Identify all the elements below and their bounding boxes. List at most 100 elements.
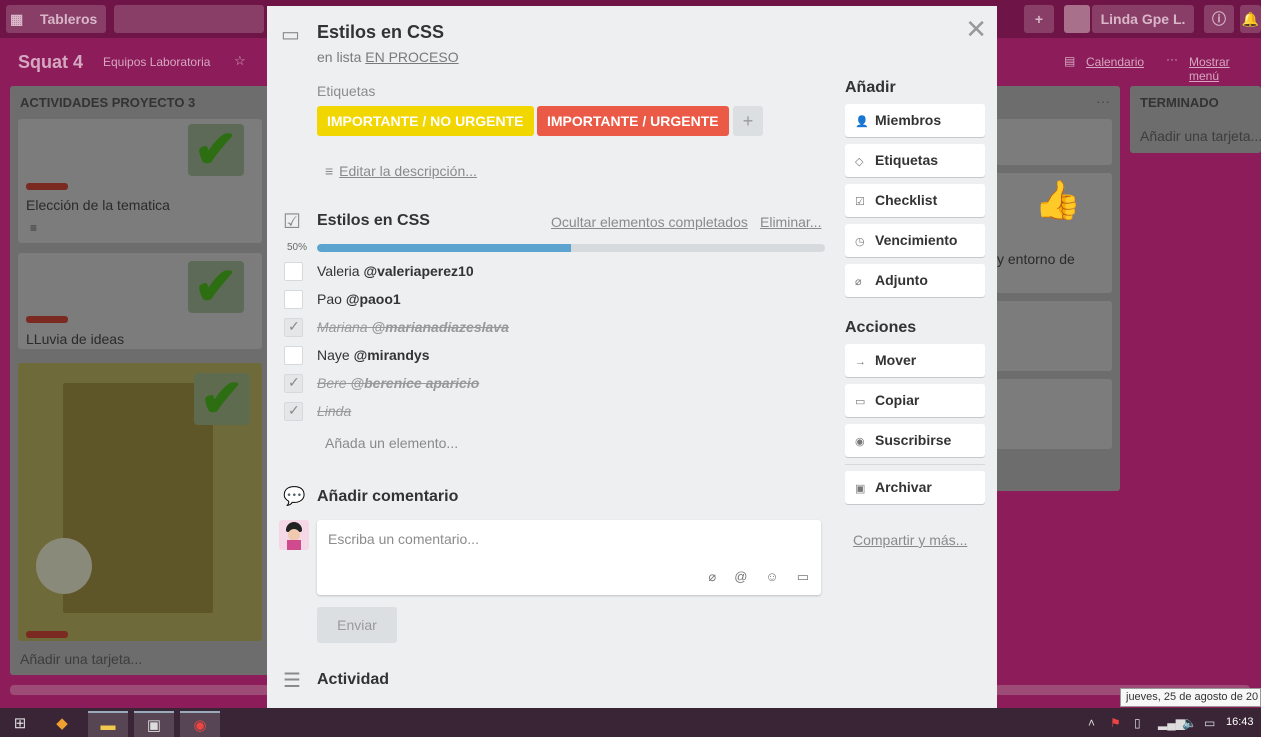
checklist-item-text[interactable]: Naye @mirandys [317, 347, 429, 363]
send-button[interactable]: Enviar [317, 607, 397, 643]
tray-warning-icon[interactable]: ⚑ [1110, 716, 1121, 730]
checkbox-checked[interactable] [284, 402, 303, 421]
list-menu-icon[interactable]: ··· [1096, 93, 1110, 109]
check-image: ✔ [194, 370, 250, 428]
checklist-button[interactable]: ☑ Checklist [845, 184, 985, 217]
smiley-icon [36, 538, 92, 594]
user-menu-button[interactable]: Linda Gpe L. [1092, 5, 1194, 33]
checklist-item-text[interactable]: Linda [317, 403, 351, 419]
comment-input[interactable]: Escriba un comentario... ⌀ @ ☺ ▭ [317, 520, 821, 595]
edit-description-text: Editar la descripción... [339, 163, 477, 179]
label-chip[interactable]: IMPORTANTE / NO URGENTE [317, 106, 534, 136]
hide-completed-link[interactable]: Ocultar elementos completados [551, 214, 748, 230]
attachment-icon[interactable]: ⌀ [708, 569, 716, 585]
battery-icon[interactable]: ▯ [1134, 716, 1141, 730]
add-card-link[interactable]: Añadir una tarjeta... [1140, 128, 1261, 144]
close-icon[interactable]: ✕ [965, 14, 987, 45]
members-button[interactable]: 👤 Miembros [845, 104, 985, 137]
list-link[interactable]: EN PROCESO [365, 49, 458, 65]
subscribe-button[interactable]: ◉ Suscribirse [845, 424, 985, 457]
user-avatar[interactable] [1064, 5, 1090, 33]
checkbox[interactable] [284, 290, 303, 309]
list-card[interactable] [980, 119, 1112, 165]
boards-grid-icon: ▦ [10, 11, 24, 27]
show-menu-link[interactable]: Mostrar menú [1189, 55, 1261, 83]
checklist-item-text[interactable]: Valeria @valeriaperez10 [317, 263, 474, 279]
checklist-item[interactable]: Pao @paoo1 [284, 289, 824, 311]
list-card[interactable]: ✔ Elección de la tematica ≡ [18, 119, 262, 243]
archive-icon: ▣ [855, 483, 866, 495]
list-card[interactable]: 👍 y entorno de [980, 173, 1112, 293]
checklist-item[interactable]: Mariana @marianadiazeslava [284, 317, 824, 339]
board-team[interactable]: Equipos Laboratoria [103, 55, 210, 69]
add-heading: Añadir [845, 79, 896, 96]
card-icon: ▭ [281, 24, 300, 46]
checklist-item[interactable]: Naye @mirandys [284, 345, 824, 367]
due-date-button[interactable]: ◷ Vencimiento [845, 224, 985, 257]
label-text: IMPORTANTE / URGENTE [547, 113, 719, 129]
add-button[interactable]: + [1024, 5, 1054, 33]
card-label [26, 183, 68, 190]
checklist-title[interactable]: Estilos en CSS [317, 212, 430, 230]
copy-button[interactable]: ▭ Copiar [845, 384, 985, 417]
label-text: IMPORTANTE / NO URGENTE [327, 113, 524, 129]
checklist-item-text[interactable]: Bere @berenice aparicio [317, 375, 479, 391]
checklist-item-text[interactable]: Mariana @marianadiazeslava [317, 319, 509, 335]
keyboard-icon[interactable]: ▭ [1204, 716, 1215, 730]
search-input[interactable] [114, 5, 264, 33]
volume-icon[interactable]: 🔈 [1182, 716, 1197, 730]
edit-description-link[interactable]: ≡ Editar la descripción... [325, 163, 477, 179]
notification-icon[interactable]: 🔔 [1240, 5, 1261, 33]
checklist-item[interactable]: Valeria @valeriaperez10 [284, 261, 824, 283]
progress-bar [317, 244, 825, 252]
star-icon[interactable]: ☆ [234, 53, 246, 69]
list-card[interactable] [980, 379, 1112, 449]
checkbox[interactable] [284, 346, 303, 365]
move-button[interactable]: → Mover [845, 344, 985, 377]
list-card[interactable] [980, 301, 1112, 371]
delete-checklist-link[interactable]: Eliminar... [760, 214, 821, 230]
list-title[interactable]: TERMINADO [1140, 95, 1219, 110]
calendar-link[interactable]: Calendario [1086, 55, 1144, 69]
card-link-icon[interactable]: ▭ [797, 569, 809, 585]
label-chip[interactable]: IMPORTANTE / URGENTE [537, 106, 729, 136]
divider [845, 464, 985, 465]
checklist-item-text[interactable]: Pao @paoo1 [317, 291, 401, 307]
list-card-image[interactable]: ✔ [18, 363, 262, 641]
app-icon[interactable]: ◆ [42, 711, 82, 737]
chrome-icon[interactable]: ◉ [180, 711, 220, 737]
paperclip-icon: ⌀ [855, 276, 862, 288]
checkbox-checked[interactable] [284, 318, 303, 337]
info-icon[interactable]: ⓘ [1204, 5, 1234, 33]
attachment-button[interactable]: ⌀ Adjunto [845, 264, 985, 297]
share-link[interactable]: Compartir y más... [853, 532, 967, 548]
checklist-item[interactable]: Bere @berenice aparicio [284, 373, 824, 395]
list-title[interactable]: ACTIVIDADES PROYECTO 3 [20, 95, 195, 110]
labels-button[interactable]: ◇ Etiquetas [845, 144, 985, 177]
checkbox[interactable] [284, 262, 303, 281]
description-icon: ≡ [325, 163, 334, 179]
person-icon: 👤 [855, 116, 869, 128]
user-name: Linda Gpe L. [1100, 11, 1186, 27]
emoji-icon[interactable]: ☺ [765, 569, 778, 585]
mention-icon[interactable]: @ [734, 569, 747, 585]
list-card[interactable]: ✔ LLuvia de ideas [18, 253, 262, 349]
board-title[interactable]: Squat 4 [18, 52, 83, 73]
checkbox-checked[interactable] [284, 374, 303, 393]
start-icon[interactable]: ⊞ [0, 711, 40, 737]
signal-icon[interactable]: ▂▄▆ [1158, 716, 1185, 730]
comment-icon: 💬 [283, 486, 306, 506]
checklist-item[interactable]: Linda [284, 401, 824, 423]
presentation-app-icon[interactable]: ▣ [134, 711, 174, 737]
tray-chevron-icon[interactable]: ˄ [1088, 716, 1095, 730]
clock-icon: ◷ [855, 236, 865, 248]
clock[interactable]: 16:43 [1226, 716, 1254, 728]
file-explorer-icon[interactable]: ▬ [88, 711, 128, 737]
add-checklist-item[interactable]: Añada un elemento... [325, 435, 458, 451]
card-title[interactable]: Estilos en CSS [317, 22, 444, 43]
description-icon: ≡ [30, 221, 38, 235]
archive-button[interactable]: ▣ Archivar [845, 471, 985, 504]
activity-icon: ☰ [283, 670, 301, 692]
add-card-link[interactable]: Añadir una tarjeta... [20, 651, 142, 667]
add-label-button[interactable]: + [733, 106, 763, 136]
